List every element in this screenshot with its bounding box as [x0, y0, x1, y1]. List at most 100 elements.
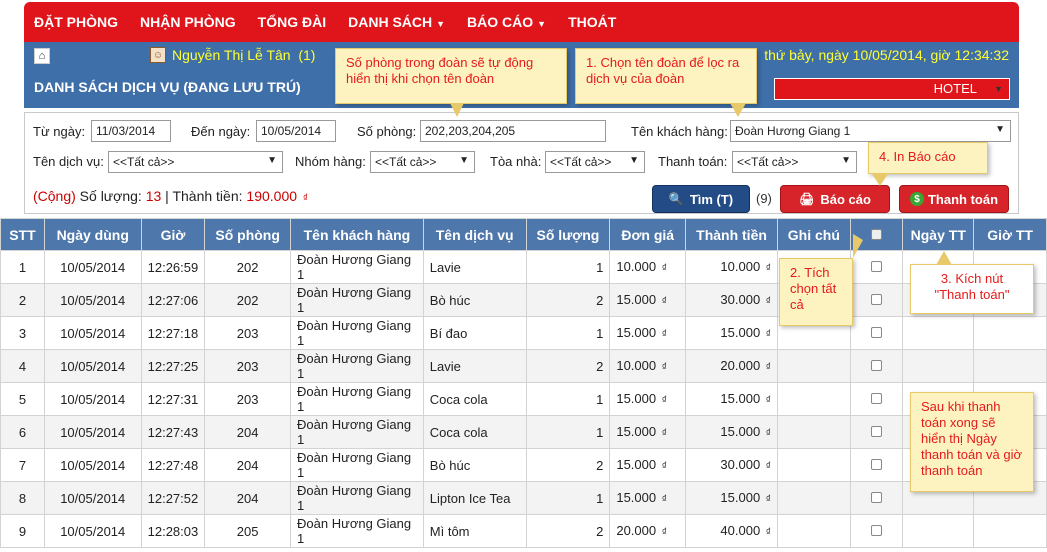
cell-total-value: 10.000 — [720, 258, 761, 274]
cell-stt: 1 — [0, 250, 45, 284]
to-date-input[interactable]: 10/05/2014 — [256, 120, 336, 142]
select-all-checkbox[interactable] — [871, 228, 883, 240]
cell-total-value: 15.000 — [720, 423, 761, 439]
cell-stt: 5 — [0, 382, 45, 416]
cell-price-currency: ₫ — [661, 427, 667, 439]
group-select[interactable]: <<Tất cả>> ▼ — [370, 151, 475, 173]
row-checkbox[interactable] — [871, 293, 883, 305]
table-row[interactable]: 3 10/05/2014 12:27:18 203 Đoàn Hương Giang 1… — [0, 316, 1047, 350]
col-price[interactable]: Đơn giá — [609, 218, 687, 251]
service-select-value: <<Tất cả>> — [113, 155, 175, 169]
building-select[interactable]: <<Tất cả>> ▼ — [545, 151, 645, 173]
nav-nhan-phong[interactable]: NHẬN PHÒNG — [140, 14, 236, 30]
from-date-input[interactable]: 11/03/2014 — [91, 120, 171, 142]
row-checkbox[interactable] — [871, 425, 883, 437]
cell-select — [849, 514, 904, 548]
cell-total-value: 20.000 — [720, 357, 761, 373]
row-checkbox[interactable] — [871, 359, 883, 371]
cell-price-value: 15.000 — [616, 324, 657, 340]
hotel-select[interactable]: HOTEL ▼ — [774, 78, 1010, 100]
cell-room: 204 — [204, 481, 292, 515]
col-total[interactable]: Thành tiền — [685, 218, 778, 251]
nav-dat-phong[interactable]: ĐẶT PHÒNG — [34, 14, 118, 30]
table-row[interactable]: 2 10/05/2014 12:27:06 202 Đoàn Hương Giang 1… — [0, 283, 1047, 317]
cell-time: 12:27:48 — [140, 448, 206, 482]
callout-step2-tail — [853, 234, 863, 258]
user-name[interactable]: Nguyễn Thị Lễ Tân (1) — [172, 47, 315, 63]
table-row[interactable]: 6 10/05/2014 12:27:43 204 Đoàn Hương Giang 1… — [0, 415, 1047, 449]
nav-danh-sach[interactable]: DANH SÁCH ▼ — [348, 14, 445, 30]
nav-tong-dai[interactable]: TỔNG ĐÀI — [258, 14, 326, 30]
cell-price-currency: ₫ — [661, 394, 667, 406]
pay-button[interactable]: $ Thanh toán — [899, 185, 1009, 213]
col-qty[interactable]: Số lượng — [525, 218, 611, 251]
cell-qty: 1 — [525, 415, 611, 449]
caret-down-icon: ▼ — [436, 19, 446, 29]
col-date[interactable]: Ngày dùng — [43, 218, 142, 251]
row-checkbox[interactable] — [871, 524, 883, 536]
callout-room-note-text: Số phòng trong đoàn sẽ tự động hiển thị … — [346, 55, 534, 86]
to-date-label: Đến ngày: — [191, 124, 251, 139]
nav-danh-sach-label: DANH SÁCH — [348, 14, 433, 30]
cell-date: 10/05/2014 — [43, 250, 142, 284]
cell-date: 10/05/2014 — [43, 481, 142, 515]
callout-step4-tail — [872, 174, 888, 186]
cell-total: 15.000 ₫ — [685, 481, 778, 515]
cell-total-value: 30.000 — [720, 291, 761, 307]
room-input[interactable]: 202,203,204,205 — [420, 120, 606, 142]
table-row[interactable]: 9 10/05/2014 12:28:03 205 Đoàn Hương Giang 1… — [0, 514, 1047, 548]
row-checkbox[interactable] — [871, 392, 883, 404]
caret-down-icon: ▼ — [994, 84, 1003, 94]
summary-amount: 190.000 — [246, 188, 298, 204]
cell-price: 15.000 ₫ — [609, 448, 687, 482]
cell-customer: Đoàn Hương Giang 1 — [290, 481, 424, 515]
caret-down-icon: ▼ — [995, 124, 1005, 135]
col-pay-time[interactable]: Giờ TT — [973, 218, 1047, 251]
table-row[interactable]: 1 10/05/2014 12:26:59 202 Đoàn Hương Giang 1… — [0, 250, 1047, 284]
group-select-value: <<Tất cả>> — [375, 155, 437, 169]
col-note[interactable]: Ghi chú — [776, 218, 851, 251]
payment-select[interactable]: <<Tất cả>> ▼ — [732, 151, 857, 173]
cell-note — [776, 514, 851, 548]
col-stt[interactable]: STT — [0, 218, 45, 251]
home-icon[interactable]: ⌂ — [34, 48, 50, 64]
table-row[interactable]: 4 10/05/2014 12:27:25 203 Đoàn Hương Giang 1… — [0, 349, 1047, 383]
cell-total-currency: ₫ — [765, 328, 771, 340]
col-time[interactable]: Giờ — [140, 218, 206, 251]
dollar-icon: $ — [909, 192, 924, 206]
row-checkbox[interactable] — [871, 326, 883, 338]
user-name-text: Nguyễn Thị Lễ Tân — [172, 47, 291, 63]
table-header-row: STT Ngày dùng Giờ Số phòng Tên khách hàn… — [0, 218, 1047, 251]
cell-customer: Đoàn Hương Giang 1 — [290, 415, 424, 449]
callout-step1: 1. Chọn tên đoàn để lọc ra dịch vụ của đ… — [575, 48, 757, 104]
service-select[interactable]: <<Tất cả>> ▼ — [108, 151, 283, 173]
date-time: thứ bảy, ngày 10/05/2014, giờ 12:34:32 — [764, 47, 1009, 63]
table-row[interactable]: 5 10/05/2014 12:27:31 203 Đoàn Hương Giang 1… — [0, 382, 1047, 416]
cell-price: 10.000 ₫ — [609, 250, 687, 284]
callout-room-note-tail — [450, 103, 464, 117]
nav-bao-cao[interactable]: BÁO CÁO ▼ — [467, 14, 546, 30]
row-checkbox[interactable] — [871, 458, 883, 470]
customer-select[interactable]: Đoàn Hương Giang 1 ▼ — [730, 120, 1011, 142]
table-row[interactable]: 8 10/05/2014 12:27:52 204 Đoàn Hương Giang 1… — [0, 481, 1047, 515]
row-checkbox[interactable] — [871, 260, 883, 272]
col-service[interactable]: Tên dịch vụ — [422, 218, 527, 251]
table-row[interactable]: 7 10/05/2014 12:27:48 204 Đoàn Hương Giang 1… — [0, 448, 1047, 482]
search-button[interactable]: 🔍 Tìm (T) — [652, 185, 750, 213]
callout-after-pay-text: Sau khi thanh toán xong sẽ hiển thị Ngày… — [921, 399, 1023, 478]
col-room[interactable]: Số phòng — [204, 218, 292, 251]
cell-date: 10/05/2014 — [43, 448, 142, 482]
cell-service: Lipton Ice Tea — [422, 481, 527, 515]
report-button[interactable]: 🖨 Báo cáo — [780, 185, 890, 213]
nav-thoat[interactable]: THOÁT — [568, 14, 616, 30]
caret-down-icon: ▼ — [267, 155, 277, 166]
cell-room: 202 — [204, 250, 292, 284]
caret-down-icon: ▼ — [537, 19, 547, 29]
col-pay-date[interactable]: Ngày TT — [902, 218, 975, 251]
callout-step1-tail — [730, 103, 746, 117]
cell-customer: Đoàn Hương Giang 1 — [290, 349, 424, 383]
col-customer[interactable]: Tên khách hàng — [290, 218, 424, 251]
cell-price-value: 15.000 — [616, 390, 657, 406]
row-checkbox[interactable] — [871, 491, 883, 503]
cell-total: 30.000 ₫ — [685, 283, 778, 317]
